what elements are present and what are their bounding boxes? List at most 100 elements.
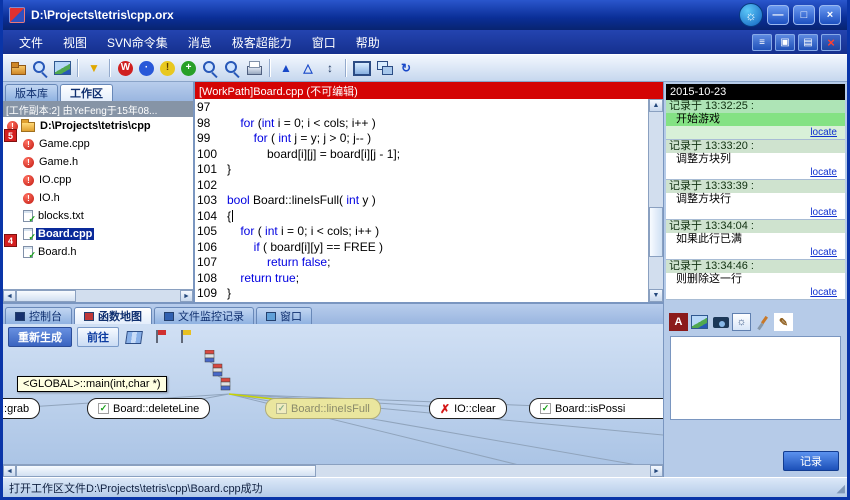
filter-icon[interactable]: ▼ bbox=[84, 58, 104, 78]
scroll-thumb[interactable] bbox=[16, 290, 76, 302]
gear-icon[interactable]: ☼ bbox=[732, 313, 751, 331]
overview-map-icon[interactable] bbox=[124, 327, 144, 347]
caller-tree-icon[interactable] bbox=[149, 327, 169, 347]
check-icon: ✓ bbox=[276, 403, 287, 414]
alert-icon: ! bbox=[23, 193, 34, 204]
goto-button[interactable]: 前往 bbox=[77, 327, 119, 347]
menu-item[interactable]: 视图 bbox=[53, 31, 97, 54]
scroll-track[interactable] bbox=[649, 112, 663, 289]
camera-icon[interactable] bbox=[711, 313, 730, 331]
tab-窗口[interactable]: 窗口 bbox=[256, 307, 312, 324]
tab-文件监控记录[interactable]: 文件监控记录 bbox=[154, 307, 254, 324]
image-icon[interactable] bbox=[690, 313, 709, 331]
scroll-track[interactable] bbox=[76, 290, 180, 302]
scroll-down-button[interactable]: ▼ bbox=[649, 289, 663, 302]
arrow-up-outline-icon[interactable]: △ bbox=[298, 58, 318, 78]
menu-item[interactable]: 消息 bbox=[178, 31, 222, 54]
tree-hscrollbar[interactable]: ◄ ► bbox=[3, 289, 193, 302]
image-icon[interactable] bbox=[52, 58, 72, 78]
record-button[interactable]: 记录 bbox=[783, 451, 839, 471]
menu-item[interactable]: 帮助 bbox=[346, 31, 390, 54]
notes-icon[interactable]: ≡ bbox=[752, 34, 772, 51]
editor-body: 9798 for (int i = 0; i < cols; i++ )99 f… bbox=[195, 99, 663, 302]
scroll-right-button[interactable]: ► bbox=[180, 290, 193, 302]
tab-控制台[interactable]: 控制台 bbox=[5, 307, 72, 324]
function-node[interactable]: ✓Board::lineIsFull bbox=[265, 398, 381, 419]
menu-item[interactable]: 窗口 bbox=[302, 31, 346, 54]
minimize-button[interactable]: — bbox=[767, 5, 789, 25]
zoom-out-icon[interactable] bbox=[222, 58, 242, 78]
line-number: 102 bbox=[197, 178, 227, 194]
add-marker-icon[interactable]: + bbox=[181, 61, 196, 76]
graph-hscrollbar[interactable]: ◄ ► bbox=[3, 464, 663, 477]
locate-link[interactable]: locate bbox=[810, 247, 837, 258]
tree-item[interactable]: blocks.txt bbox=[3, 207, 193, 225]
log-entry-time: 记录于 13:33:20 : bbox=[666, 140, 845, 153]
scroll-right-button[interactable]: ► bbox=[650, 465, 663, 477]
note-box[interactable] bbox=[670, 336, 841, 420]
tree-item[interactable]: !IO.h bbox=[3, 189, 193, 207]
scroll-left-button[interactable]: ◄ bbox=[3, 290, 16, 302]
locate-link[interactable]: locate bbox=[810, 127, 837, 138]
regenerate-button[interactable]: 重新生成 bbox=[8, 327, 72, 347]
time-marker-icon[interactable]: · bbox=[139, 61, 154, 76]
open-folder-icon[interactable] bbox=[8, 58, 28, 78]
tree-item[interactable]: !Game.h bbox=[3, 153, 193, 171]
settings-button[interactable]: ☼ bbox=[739, 3, 763, 27]
message-panel-icon[interactable]: ▣ bbox=[775, 34, 795, 51]
refresh-icon[interactable]: ↻ bbox=[396, 58, 416, 78]
resize-grip[interactable]: ◢ bbox=[837, 482, 845, 495]
tree-item[interactable]: Board.cpp bbox=[3, 225, 193, 243]
arrow-up-icon[interactable]: ▲ bbox=[276, 58, 296, 78]
tree-item-label: Board.h bbox=[36, 246, 79, 258]
tree-item[interactable]: !Game.cpp bbox=[3, 135, 193, 153]
menu-item[interactable]: 极客超能力 bbox=[222, 31, 302, 54]
pencil-icon[interactable]: ✎ bbox=[774, 313, 793, 331]
tree-item[interactable]: !IO.cpp bbox=[3, 171, 193, 189]
tab-工作区[interactable]: 工作区 bbox=[60, 84, 113, 101]
function-node[interactable]: ✓Board::isPossi bbox=[529, 398, 663, 419]
close-document-icon[interactable]: × bbox=[821, 34, 841, 51]
close-button[interactable]: × bbox=[819, 5, 841, 25]
locate-link[interactable]: locate bbox=[810, 287, 837, 298]
tree-item[interactable]: !D:\Projects\tetris\cpp bbox=[3, 117, 193, 135]
window-icon[interactable] bbox=[352, 58, 372, 78]
function-node[interactable]: ✓::grab bbox=[3, 398, 40, 419]
print-icon[interactable] bbox=[244, 58, 264, 78]
scroll-track[interactable] bbox=[316, 465, 650, 477]
code-area[interactable]: 9798 for (int i = 0; i < cols; i++ )99 f… bbox=[195, 99, 648, 302]
function-node[interactable]: ✓Board::deleteLine bbox=[87, 398, 210, 419]
cascade-windows-icon[interactable] bbox=[374, 58, 394, 78]
tree-item-label: blocks.txt bbox=[36, 210, 86, 222]
editor-vscrollbar[interactable]: ▲ ▼ bbox=[648, 99, 663, 302]
toolbar-separator bbox=[77, 59, 79, 77]
code-line: 106 if ( board[i][y] == FREE ) bbox=[197, 240, 648, 256]
scroll-thumb[interactable] bbox=[649, 207, 663, 257]
function-graph[interactable]: <GLOBAL>::main(int,char *) ✓::grab✓Board… bbox=[3, 350, 663, 464]
menu-item[interactable]: 文件 bbox=[9, 31, 53, 54]
zoom-in-icon[interactable] bbox=[200, 58, 220, 78]
sort-icon[interactable]: ↕ bbox=[320, 58, 340, 78]
locate-link[interactable]: locate bbox=[810, 207, 837, 218]
scroll-left-button[interactable]: ◄ bbox=[3, 465, 16, 477]
maximize-button[interactable]: □ bbox=[793, 5, 815, 25]
function-node[interactable]: ✗IO::clear bbox=[429, 398, 507, 419]
file-tree[interactable]: !D:\Projects\tetris\cpp!Game.cpp!Game.h!… bbox=[3, 117, 193, 289]
tree-item[interactable]: Board.h bbox=[3, 243, 193, 261]
screwdriver-icon[interactable] bbox=[753, 313, 772, 331]
warning-marker-icon[interactable]: ! bbox=[160, 61, 175, 76]
font-icon[interactable]: A bbox=[669, 313, 688, 331]
locate-link[interactable]: locate bbox=[810, 167, 837, 178]
tab-函数地图[interactable]: 函数地图 bbox=[74, 307, 152, 324]
tree-item-label: IO.h bbox=[37, 192, 62, 204]
output-panel-icon[interactable]: ▤ bbox=[798, 34, 818, 51]
menu-item[interactable]: SVN命令集 bbox=[97, 31, 178, 54]
line-number: 101 bbox=[197, 162, 227, 178]
scroll-up-button[interactable]: ▲ bbox=[649, 99, 663, 112]
callee-tree-icon[interactable] bbox=[174, 327, 194, 347]
scroll-thumb[interactable] bbox=[16, 465, 316, 477]
code-editor: [WorkPath]Board.cpp (不可编辑) 9798 for (int… bbox=[195, 82, 663, 302]
search-icon[interactable] bbox=[30, 58, 50, 78]
tab-版本库[interactable]: 版本库 bbox=[5, 84, 58, 101]
word-marker-icon[interactable]: W bbox=[118, 61, 133, 76]
